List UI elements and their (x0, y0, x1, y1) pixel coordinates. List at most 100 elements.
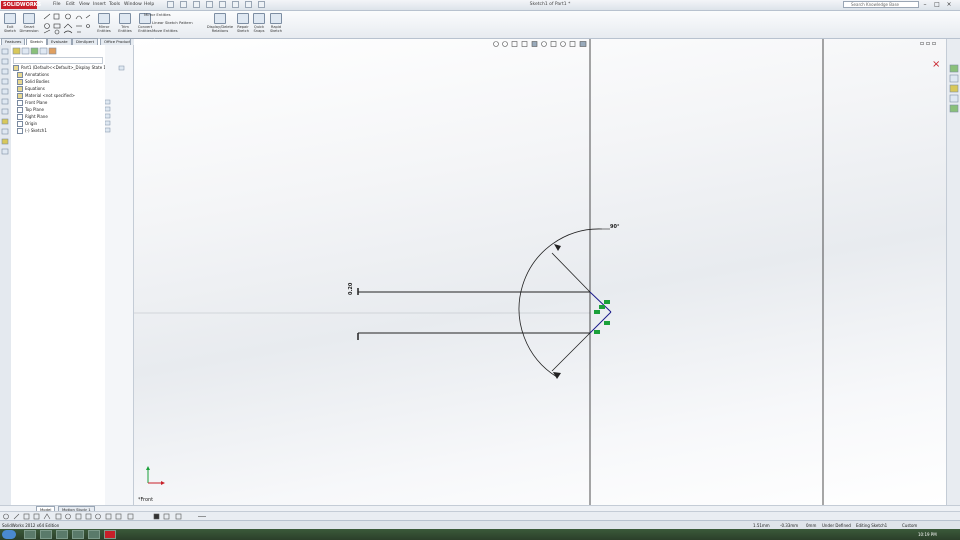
relation-marker (594, 330, 600, 334)
tree-item-solid-bodies[interactable]: Solid Bodies (17, 79, 49, 85)
trim-entities-button[interactable]: Trim Entities (116, 12, 134, 37)
close-icon[interactable]: × (944, 1, 954, 8)
new-document-icon[interactable] (167, 1, 174, 8)
solid-bodies-icon (17, 79, 23, 85)
menu-file[interactable]: File (53, 1, 61, 9)
rapid-sketch-icon (270, 13, 282, 24)
windows-taskbar: 10:19 PM (0, 529, 960, 540)
angle-dimension-text[interactable]: 90° (610, 224, 619, 230)
select-icon[interactable] (232, 1, 239, 8)
tree-item-annotations[interactable]: Annotations (17, 72, 49, 78)
feature-tree-side-panel (104, 45, 134, 510)
undo-icon[interactable] (219, 1, 226, 8)
angle-ref-line-upper (551, 252, 591, 293)
repair-sketch-button[interactable]: Repair Sketch (236, 12, 250, 37)
menu-tools[interactable]: Tools (109, 1, 120, 9)
command-manager: Exit Sketch Smart Dimension Mirror Entit… (0, 11, 960, 39)
menu-help[interactable]: Help (144, 1, 154, 9)
tree-item-equations[interactable]: Equations (17, 86, 45, 92)
part-icon (13, 65, 19, 71)
minimize-icon[interactable]: – (920, 1, 930, 8)
origin-triad-icon (146, 466, 165, 485)
vertical-dimension-text[interactable]: 0.20 (348, 283, 354, 295)
search-input[interactable]: Search Knowledge Base (843, 1, 919, 8)
taskbar-app-icon[interactable] (40, 530, 52, 539)
title-bar: SOLIDWORKS File Edit View Insert Tools W… (0, 0, 960, 11)
menu-insert[interactable]: Insert (93, 1, 106, 9)
annotations-icon (17, 72, 23, 78)
tree-item-material[interactable]: Material <not specified> (17, 93, 75, 99)
maximize-icon[interactable]: □ (932, 1, 942, 8)
mirror-entities-small[interactable]: Mirror Entities (144, 12, 171, 17)
tab-dimxpert[interactable]: DimXpert (72, 38, 99, 45)
tree-item-sketch1[interactable]: (-) Sketch1 (17, 128, 47, 134)
sketch-icon (17, 128, 23, 134)
relation-marker (594, 310, 600, 314)
relation-marker (599, 305, 605, 309)
relation-marker (604, 321, 610, 325)
equations-icon (17, 86, 23, 92)
tab-sketch[interactable]: Sketch (26, 38, 47, 45)
print-icon[interactable] (206, 1, 213, 8)
material-icon (17, 93, 23, 99)
tree-filter-input[interactable] (13, 57, 103, 64)
relations-icon (214, 13, 226, 24)
view-orientation-label: *Front (138, 497, 154, 503)
plane-icon (17, 114, 23, 120)
tree-item-front-plane[interactable]: Front Plane (17, 100, 47, 106)
exit-sketch-icon (4, 13, 16, 24)
smart-dimension-button[interactable]: Smart Dimension (19, 12, 39, 37)
taskbar-solidworks-icon[interactable] (104, 530, 116, 539)
trim-icon (119, 13, 131, 24)
taskbar-app-icon[interactable] (72, 530, 84, 539)
save-icon[interactable] (193, 1, 200, 8)
tree-root-part[interactable]: Part1 (Default<<Default>_Display State 1… (13, 65, 111, 71)
tree-item-right-plane[interactable]: Right Plane (17, 114, 48, 120)
tree-item-top-plane[interactable]: Top Plane (17, 107, 44, 113)
plane-icon (17, 107, 23, 113)
angle-ref-line-lower (551, 332, 591, 372)
tab-features[interactable]: Features (1, 38, 26, 45)
cancel-sketch-icon[interactable]: × (932, 59, 940, 70)
feature-manager-tree: Part1 (Default<<Default>_Display State 1… (11, 45, 111, 510)
origin-icon (17, 121, 23, 127)
tree-item-origin[interactable]: Origin (17, 121, 37, 127)
graphics-area[interactable]: ▫ ▫ ▫ 90° 0.20 *Front × (134, 39, 946, 505)
plane-icon (17, 100, 23, 106)
display-delete-relations-button[interactable]: Display/Delete Relations (206, 12, 234, 37)
tab-evaluate[interactable]: Evaluate (47, 38, 72, 45)
rebuild-icon[interactable] (245, 1, 252, 8)
taskbar-app-icon[interactable] (56, 530, 68, 539)
taskbar-app-icon[interactable] (24, 530, 36, 539)
taskbar-clock: 10:19 PM (918, 532, 937, 537)
angle-dimension-arc (518, 228, 603, 378)
relation-marker (604, 300, 610, 304)
solidworks-logo: SOLIDWORKS (1, 1, 42, 9)
mirror-entities-button[interactable]: Mirror Entities (94, 12, 114, 37)
sketch-entity-icons[interactable] (42, 13, 92, 35)
sketch-entities-grid (42, 13, 92, 35)
menu-edit[interactable]: Edit (66, 1, 75, 9)
quick-snaps-button[interactable]: Quick Snaps (252, 12, 266, 37)
repair-icon (237, 13, 249, 24)
move-entities-small[interactable]: Move Entities (152, 28, 178, 33)
open-icon[interactable] (180, 1, 187, 8)
task-pane-strip (946, 39, 960, 505)
menu-window[interactable]: Window (124, 1, 142, 9)
relation-markers (594, 300, 610, 334)
snap-icon (253, 13, 265, 24)
document-title: Sketch1 of Part1 * (529, 2, 571, 7)
linear-pattern-small[interactable]: Linear Sketch Pattern (152, 20, 193, 25)
tree-toolbar[interactable] (12, 47, 104, 56)
start-button-icon[interactable] (2, 530, 16, 539)
exit-sketch-button[interactable]: Exit Sketch (2, 12, 18, 37)
arc-arrow-upper (554, 244, 561, 251)
task-pane-icons[interactable] (947, 39, 960, 129)
sketch-canvas[interactable] (134, 39, 946, 505)
tree-side-icons[interactable] (104, 45, 133, 135)
menu-view[interactable]: View (79, 1, 90, 9)
left-strip-icons[interactable] (0, 45, 11, 165)
options-icon[interactable] (258, 1, 265, 8)
rapid-sketch-button[interactable]: Rapid Sketch (268, 12, 284, 37)
taskbar-app-icon[interactable] (88, 530, 100, 539)
